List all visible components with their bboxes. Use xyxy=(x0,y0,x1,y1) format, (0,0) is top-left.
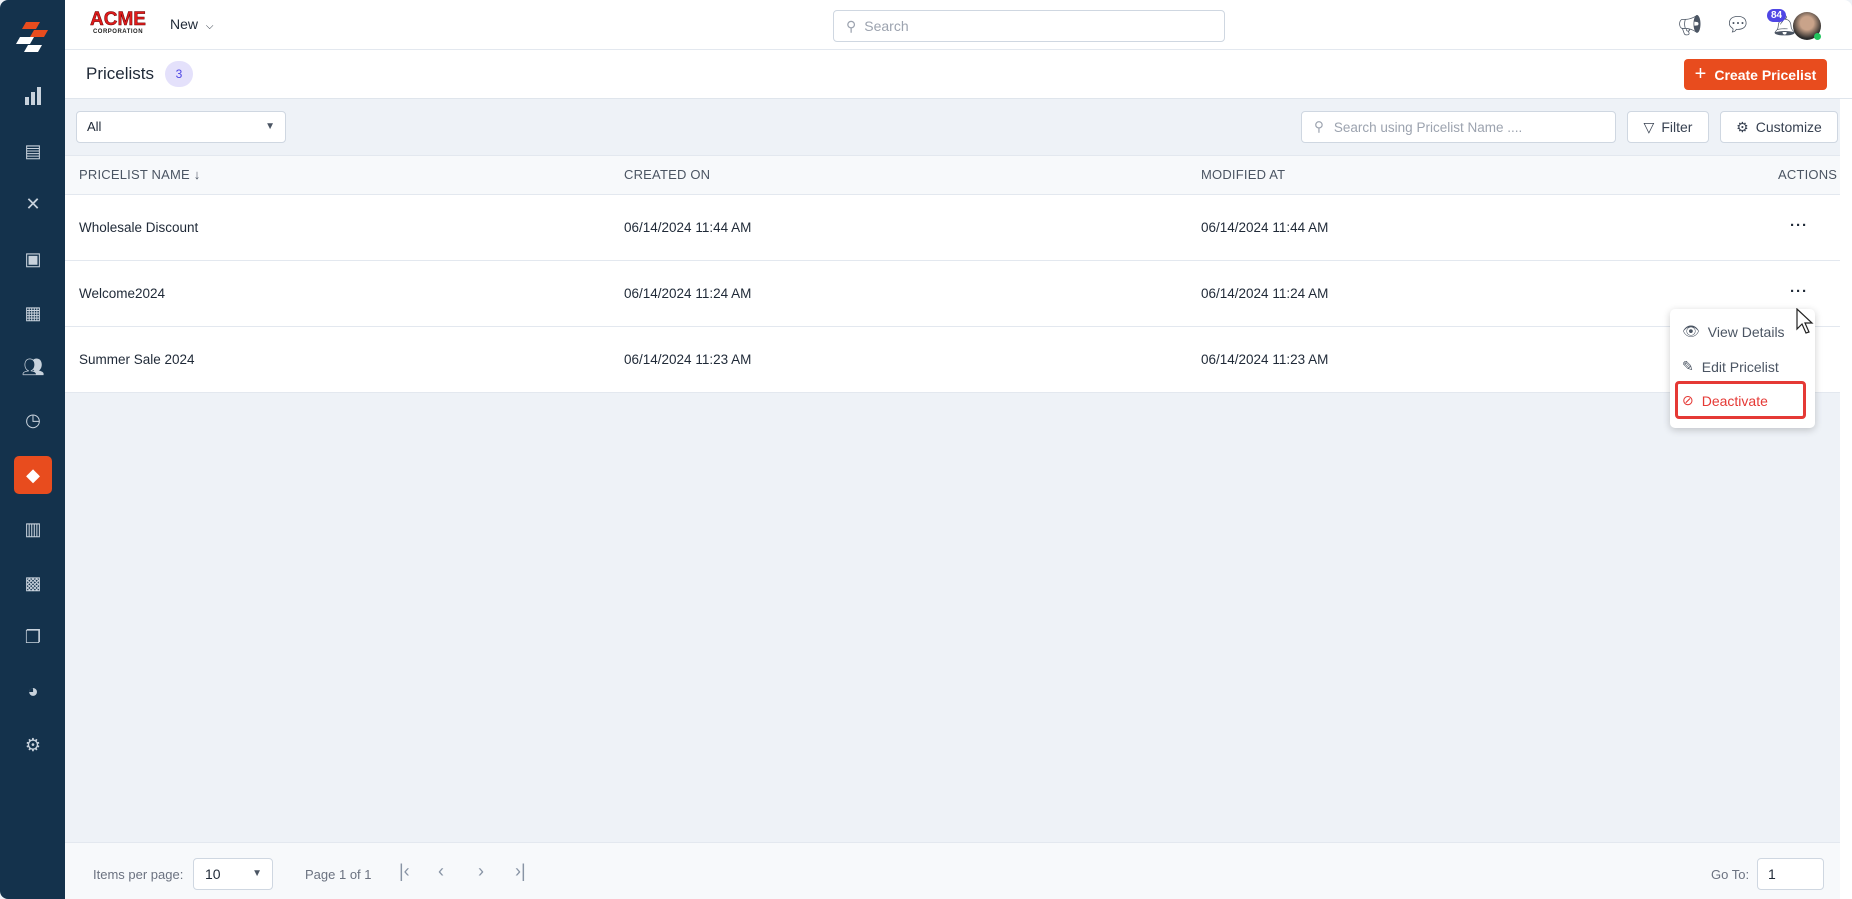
calendar-icon[interactable]: ▦ xyxy=(20,300,46,326)
chat-icon[interactable]: 💬︎ xyxy=(1725,12,1750,37)
sidebar: ▤ ✕ ▣ ▦ 👥︎ ◷ ◆ ▥ ▩ ❐ ◕ ⚙ xyxy=(0,0,65,899)
briefcase-icon[interactable]: ▣ xyxy=(20,246,46,272)
documents-icon[interactable]: ❐ xyxy=(20,624,46,650)
arrow-down-icon: ↓ xyxy=(193,167,201,182)
customize-label: Customize xyxy=(1755,119,1822,135)
modified-at: 06/14/2024 11:23 AM xyxy=(1201,352,1329,367)
table-row: Wholesale Discount 06/14/2024 11:44 AM 0… xyxy=(65,195,1840,261)
created-on: 06/14/2024 11:44 AM xyxy=(624,220,752,235)
menu-item-deactivate[interactable]: ⊘ Deactivate xyxy=(1682,392,1768,409)
app-logo-icon[interactable] xyxy=(16,20,50,54)
menu-label: Edit Pricelist xyxy=(1701,358,1779,375)
bar-chart-icon[interactable] xyxy=(20,83,46,109)
table-header xyxy=(65,155,1840,195)
more-actions-icon[interactable]: ··· xyxy=(1790,283,1808,300)
top-bar: ACME CORPORATION New ⌵ ⚲ Search 📢︎ 💬︎ 🔔︎ … xyxy=(65,0,1852,50)
caret-down-icon: ▼ xyxy=(265,121,275,132)
column-header-created[interactable]: CREATED ON xyxy=(624,155,710,195)
pricelist-search-input[interactable]: ⚲ Search using Pricelist Name .... xyxy=(1301,111,1616,143)
caret-down-icon: ▼ xyxy=(252,868,262,879)
new-label: New xyxy=(170,16,199,32)
pagination-bar: Items per page: 10 ▼ Page 1 of 1 |‹ ‹ › ›… xyxy=(65,842,1840,899)
search-icon: ⚲ xyxy=(846,17,857,34)
pencil-icon: ✎ xyxy=(1682,358,1694,374)
calculator-icon[interactable]: ▩ xyxy=(20,570,46,596)
menu-item-edit-pricelist[interactable]: ✎ Edit Pricelist xyxy=(1682,358,1779,375)
pricelist-name[interactable]: Wholesale Discount xyxy=(79,195,198,261)
column-label: PRICELIST NAME xyxy=(79,167,190,182)
menu-item-view-details[interactable]: 👁︎ View Details xyxy=(1682,323,1785,340)
gear-icon: ⚙ xyxy=(1736,118,1749,135)
clock-icon[interactable]: ◷ xyxy=(20,407,46,433)
pricelist-name[interactable]: Welcome2024 xyxy=(79,261,165,327)
page-title: Pricelists xyxy=(86,64,155,83)
page-info: Page 1 of 1 xyxy=(305,867,372,882)
items-per-page-value: 10 xyxy=(205,866,221,882)
page-header: Pricelists 3 + Create Pricelist xyxy=(65,50,1852,99)
menu-label: Deactivate xyxy=(1701,392,1768,409)
created-on: 06/14/2024 11:23 AM xyxy=(624,352,752,367)
goto-label: Go To: xyxy=(1711,867,1750,882)
tag-icon[interactable]: ◆ xyxy=(20,462,46,488)
map-icon[interactable]: ▥ xyxy=(20,516,46,542)
scrollbar-track[interactable] xyxy=(1840,99,1852,899)
table-row: Summer Sale 2024 06/14/2024 11:23 AM 06/… xyxy=(65,327,1840,393)
create-label: Create Pricelist xyxy=(1714,66,1817,83)
mouse-cursor-icon xyxy=(1796,307,1816,339)
search-icon: ⚲ xyxy=(1314,119,1324,134)
search-placeholder: Search xyxy=(864,18,909,34)
customize-button[interactable]: ⚙ Customize xyxy=(1720,111,1838,143)
column-header-name[interactable]: PRICELIST NAME ↓ xyxy=(79,155,200,195)
megaphone-icon[interactable]: 📢︎ xyxy=(1677,13,1702,38)
next-page-icon[interactable]: › xyxy=(478,861,484,882)
pricelist-name[interactable]: Summer Sale 2024 xyxy=(79,327,195,393)
online-status-dot xyxy=(1814,33,1821,40)
filter-button[interactable]: ▽ Filter xyxy=(1627,111,1709,143)
modified-at: 06/14/2024 11:44 AM xyxy=(1201,220,1329,235)
column-header-actions: ACTIONS xyxy=(1778,167,1838,182)
menu-label: View Details xyxy=(1707,323,1785,340)
plus-icon: + xyxy=(1694,63,1707,85)
ban-icon: ⊘ xyxy=(1682,392,1694,408)
items-per-page-label: Items per page: xyxy=(93,867,184,882)
tools-icon[interactable]: ✕ xyxy=(20,191,46,217)
chevron-down-icon: ⌵ xyxy=(205,21,214,32)
first-page-icon[interactable]: |‹ xyxy=(399,861,410,882)
column-header-modified[interactable]: MODIFIED AT xyxy=(1201,155,1285,195)
create-pricelist-button[interactable]: + Create Pricelist xyxy=(1684,59,1827,90)
items-per-page-select[interactable]: 10 ▼ xyxy=(193,858,273,890)
new-menu-button[interactable]: New ⌵ xyxy=(170,16,214,32)
modified-at: 06/14/2024 11:24 AM xyxy=(1201,286,1329,301)
row-actions-menu: 👁︎ View Details ✎ Edit Pricelist ⊘ Deactiva… xyxy=(1670,309,1815,428)
global-search[interactable]: ⚲ Search xyxy=(833,10,1225,42)
filter-label: Filter xyxy=(1661,119,1693,135)
users-icon[interactable]: 👥︎ xyxy=(20,354,46,380)
notification-badge: 84 xyxy=(1767,9,1787,22)
status-select-value: All xyxy=(87,119,102,134)
clipboard-icon[interactable]: ▤ xyxy=(20,138,46,164)
filter-icon: ▽ xyxy=(1643,118,1655,135)
last-page-icon[interactable]: ›| xyxy=(515,861,526,882)
search-placeholder: Search using Pricelist Name .... xyxy=(1333,119,1523,135)
more-actions-icon[interactable]: ··· xyxy=(1790,217,1808,234)
eye-icon: 👁︎ xyxy=(1682,323,1700,339)
created-on: 06/14/2024 11:24 AM xyxy=(624,286,752,301)
goto-page-input[interactable]: 1 xyxy=(1757,858,1824,890)
prev-page-icon[interactable]: ‹ xyxy=(438,861,444,882)
pie-chart-icon[interactable]: ◕ xyxy=(20,678,46,704)
count-badge: 3 xyxy=(165,61,193,87)
status-select[interactable]: All ▼ xyxy=(76,111,286,143)
table-row: Welcome2024 06/14/2024 11:24 AM 06/14/20… xyxy=(65,261,1840,327)
company-logo[interactable]: ACME CORPORATION xyxy=(87,10,149,38)
gear-icon[interactable]: ⚙ xyxy=(20,732,46,758)
